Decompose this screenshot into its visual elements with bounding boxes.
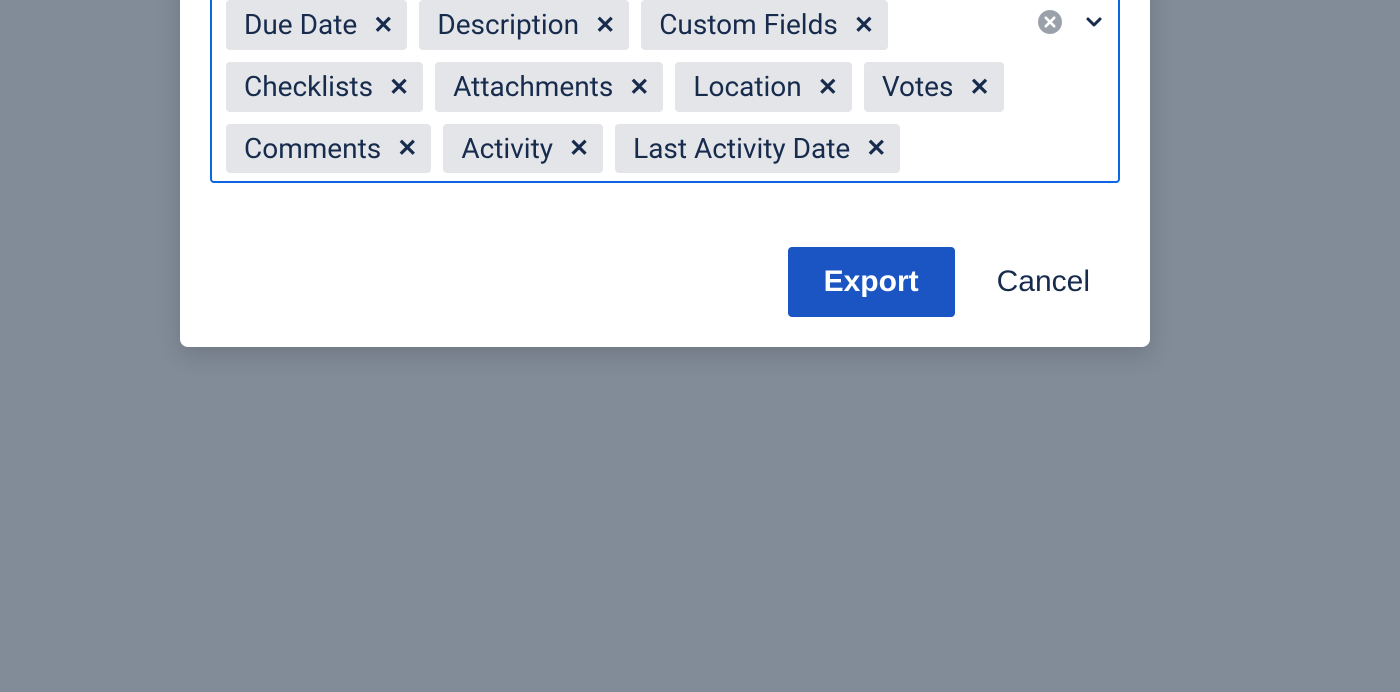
chevron-down-icon[interactable] — [1084, 12, 1104, 32]
remove-icon[interactable]: ✕ — [397, 136, 417, 160]
chip-due-date: Due Date ✕ — [226, 0, 407, 50]
chip-label: Comments — [244, 130, 381, 168]
chip-label: Checklists — [244, 68, 373, 106]
chip-votes: Votes ✕ — [864, 62, 1004, 112]
chip-label: Votes — [882, 68, 954, 106]
remove-icon[interactable]: ✕ — [373, 13, 393, 37]
remove-icon[interactable]: ✕ — [818, 75, 838, 99]
chip-label: Attachments — [453, 68, 613, 106]
export-dialog: Due Date ✕ Description ✕ Custom Fields ✕… — [180, 0, 1150, 347]
chip-custom-fields: Custom Fields ✕ — [641, 0, 888, 50]
multiselect-controls — [1038, 10, 1104, 34]
chip-activity: Activity ✕ — [443, 124, 603, 174]
remove-icon[interactable]: ✕ — [854, 13, 874, 37]
dialog-actions: Export Cancel — [210, 247, 1120, 317]
fields-multiselect[interactable]: Due Date ✕ Description ✕ Custom Fields ✕… — [210, 0, 1120, 183]
remove-icon[interactable]: ✕ — [569, 136, 589, 160]
chip-label: Description — [437, 6, 579, 44]
remove-icon[interactable]: ✕ — [629, 75, 649, 99]
chip-label: Activity — [461, 130, 553, 168]
remove-icon[interactable]: ✕ — [866, 136, 886, 160]
chip-label: Due Date — [244, 6, 357, 44]
chip-label: Custom Fields — [659, 6, 838, 44]
remove-icon[interactable]: ✕ — [969, 75, 989, 99]
cancel-button[interactable]: Cancel — [997, 265, 1090, 299]
chip-label: Location — [693, 68, 801, 106]
chip-attachments: Attachments ✕ — [435, 62, 663, 112]
chip-checklists: Checklists ✕ — [226, 62, 423, 112]
clear-all-icon[interactable] — [1038, 10, 1062, 34]
chip-label: Last Activity Date — [633, 130, 850, 168]
remove-icon[interactable]: ✕ — [595, 13, 615, 37]
remove-icon[interactable]: ✕ — [389, 75, 409, 99]
chip-last-activity-date: Last Activity Date ✕ — [615, 124, 900, 174]
chip-description: Description ✕ — [419, 0, 629, 50]
chip-location: Location ✕ — [675, 62, 851, 112]
export-button[interactable]: Export — [788, 247, 955, 317]
chip-comments: Comments ✕ — [226, 124, 431, 174]
